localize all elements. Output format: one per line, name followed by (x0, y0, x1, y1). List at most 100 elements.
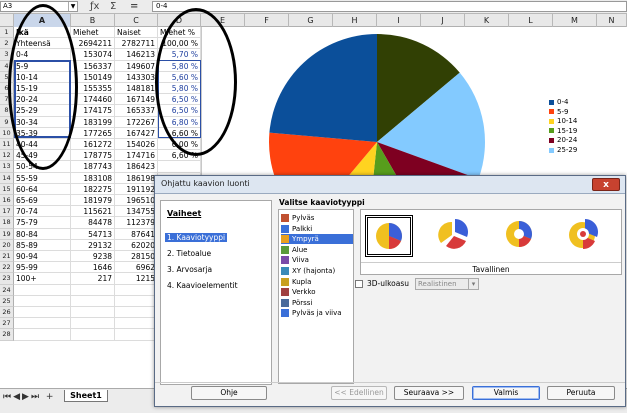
cell-women[interactable]: Naiset (115, 27, 158, 39)
cell-women[interactable]: 6962 (115, 262, 158, 274)
cell-women[interactable]: 186423 (115, 161, 158, 173)
cell-men[interactable] (71, 284, 115, 296)
subtype-exploded[interactable] (431, 215, 479, 257)
row-number[interactable]: 1 (0, 27, 14, 39)
close-button[interactable]: x (592, 178, 620, 191)
row-number[interactable]: 11 (0, 139, 14, 151)
cell-age-group[interactable]: 60-64 (14, 183, 71, 195)
back-button[interactable]: << Edellinen (331, 386, 387, 400)
cell-men[interactable]: 182275 (71, 183, 115, 195)
3d-scheme-select[interactable]: Realistinen ▾ (415, 278, 479, 290)
cell-women[interactable]: 143303 (115, 71, 158, 83)
3d-look-checkbox[interactable] (355, 280, 363, 288)
cell-women[interactable]: 146213 (115, 49, 158, 61)
pie-slice[interactable] (269, 34, 377, 142)
chart-type-item[interactable]: Pörssi (281, 298, 353, 308)
chart-type-item[interactable]: Viiva (281, 255, 353, 265)
next-button[interactable]: Seuraava >> (394, 386, 464, 400)
cell-men[interactable]: 217 (71, 273, 115, 285)
cell-women[interactable] (115, 329, 158, 341)
chart-type-item[interactable]: XY (hajonta) (281, 266, 353, 276)
column-header-i[interactable]: I (377, 14, 421, 27)
row-number[interactable]: 25 (0, 295, 14, 307)
cell-women[interactable]: 2782711 (115, 38, 158, 50)
cell-age-group[interactable]: 100+ (14, 273, 71, 285)
column-header-g[interactable]: G (289, 14, 333, 27)
finish-button[interactable]: Valmis (472, 386, 540, 400)
step-data-range[interactable]: 2. Tietoalue (167, 249, 211, 258)
cell-men[interactable]: 177265 (71, 127, 115, 139)
cell-men[interactable]: 153074 (71, 49, 115, 61)
row-number[interactable]: 20 (0, 239, 14, 251)
row-number[interactable]: 19 (0, 228, 14, 240)
column-header-b[interactable]: B (71, 14, 115, 27)
cell-men[interactable]: 9238 (71, 251, 115, 263)
cell-women[interactable] (115, 318, 158, 330)
row-number[interactable]: 17 (0, 206, 14, 218)
column-header-f[interactable]: F (245, 14, 289, 27)
cancel-button[interactable]: Peruuta (547, 386, 615, 400)
cell-age-group[interactable] (14, 329, 71, 341)
chart-type-item[interactable]: Pylväs ja viiva (281, 308, 353, 318)
row-number[interactable]: 26 (0, 307, 14, 319)
cell-age-group[interactable]: 80-84 (14, 228, 71, 240)
formula-input[interactable]: 0-4 (152, 1, 627, 12)
cell-men[interactable]: 29132 (71, 239, 115, 251)
cell-women[interactable]: 191192 (115, 183, 158, 195)
step-data-series[interactable]: 3. Arvosarja (167, 265, 212, 274)
cell-men[interactable]: 181979 (71, 195, 115, 207)
row-number[interactable]: 28 (0, 329, 14, 341)
cell-age-group[interactable]: 55-59 (14, 172, 71, 184)
cell-women[interactable] (115, 307, 158, 319)
cell-men[interactable]: 178775 (71, 150, 115, 162)
sum-icon[interactable]: Σ (110, 1, 116, 13)
row-number[interactable]: 18 (0, 217, 14, 229)
step-chart-type[interactable]: 1. Kaaviotyyppi (165, 233, 228, 242)
cell-men[interactable] (71, 307, 115, 319)
cell-women[interactable]: 167427 (115, 127, 158, 139)
chart-type-item[interactable]: Verkko (281, 287, 353, 297)
cell-men-percent[interactable] (158, 161, 201, 173)
cell-men[interactable]: 84478 (71, 217, 115, 229)
cell-men[interactable]: 174175 (71, 105, 115, 117)
cell-men[interactable]: 161272 (71, 139, 115, 151)
chart-type-item[interactable]: Pylväs (281, 213, 353, 223)
cell-women[interactable]: 112379 (115, 217, 158, 229)
cell-age-group[interactable] (14, 307, 71, 319)
row-number[interactable]: 16 (0, 195, 14, 207)
cell-women[interactable]: 87641 (115, 228, 158, 240)
cell-women[interactable]: 196510 (115, 195, 158, 207)
row-number[interactable]: 13 (0, 161, 14, 173)
cell-men[interactable]: 54713 (71, 228, 115, 240)
cell-women[interactable]: 28150 (115, 251, 158, 263)
step-chart-elements[interactable]: 4. Kaavioelementit (167, 281, 238, 290)
cell-women[interactable] (115, 295, 158, 307)
cell-men[interactable] (71, 329, 115, 341)
column-header-l[interactable]: L (509, 14, 553, 27)
cell-women[interactable]: 165337 (115, 105, 158, 117)
cell-women[interactable]: 186198 (115, 172, 158, 184)
cell-age-group[interactable]: 90-94 (14, 251, 71, 263)
cell-age-group[interactable]: 85-89 (14, 239, 71, 251)
cell-women[interactable]: 149607 (115, 60, 158, 72)
cell-men[interactable]: Miehet (71, 27, 115, 39)
column-header-k[interactable]: K (465, 14, 509, 27)
cell-age-group[interactable]: 70-74 (14, 206, 71, 218)
cell-women[interactable]: 134755 (115, 206, 158, 218)
cell-age-group[interactable] (14, 284, 71, 296)
chart-type-item[interactable]: Ympyrä (281, 234, 353, 245)
formula-icon[interactable]: = (130, 1, 138, 13)
subtype-exploded-donut[interactable] (561, 215, 609, 257)
subtype-normal[interactable] (365, 215, 413, 257)
cell-men[interactable]: 115621 (71, 206, 115, 218)
cell-men[interactable]: 183108 (71, 172, 115, 184)
row-number[interactable]: 12 (0, 150, 14, 162)
cell-men[interactable] (71, 295, 115, 307)
cell-men[interactable] (71, 318, 115, 330)
cell-women[interactable]: 154026 (115, 139, 158, 151)
cell-age-group[interactable]: 75-79 (14, 217, 71, 229)
help-button[interactable]: Ohje (191, 386, 267, 400)
column-header-h[interactable]: H (333, 14, 377, 27)
cell-men[interactable]: 1646 (71, 262, 115, 274)
cell-age-group[interactable] (14, 295, 71, 307)
